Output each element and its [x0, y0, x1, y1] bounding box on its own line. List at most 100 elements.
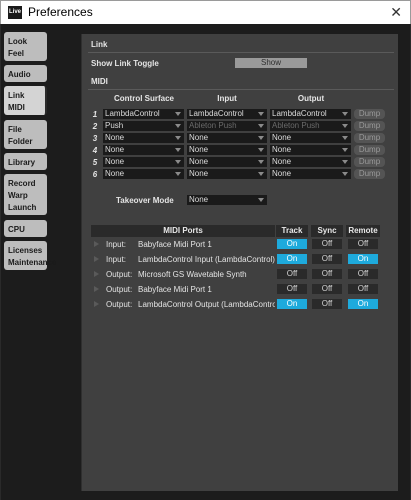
close-button[interactable]: ✕ [390, 3, 402, 21]
dump-button[interactable]: Dump [354, 109, 385, 119]
port-direction: Input: [106, 240, 127, 249]
takeover-mode-select[interactable]: None [187, 195, 267, 205]
port-name: Microsoft GS Wavetable Synth [138, 270, 247, 279]
tab-library[interactable]: Library [4, 153, 47, 170]
track-toggle[interactable]: On [277, 299, 307, 309]
port-name: LambdaControl Input (LambdaControl) [138, 255, 275, 264]
expand-triangle-icon[interactable] [94, 256, 99, 262]
track-toggle[interactable]: Off [277, 284, 307, 294]
output-select[interactable]: None [270, 133, 351, 143]
input-select[interactable]: None [187, 169, 267, 179]
tab-record-warp-launch[interactable]: Record Warp Launch [4, 174, 47, 215]
chevron-down-icon [342, 112, 348, 116]
chevron-down-icon [258, 136, 264, 140]
control-surface-select[interactable]: None [103, 157, 184, 167]
control-surface-select[interactable]: None [103, 133, 184, 143]
dump-button[interactable]: Dump [354, 145, 385, 155]
window-title: Preferences [28, 5, 93, 19]
dump-button[interactable]: Dump [354, 121, 385, 131]
port-direction: Input: [106, 255, 127, 264]
tab-label: Maintenance [8, 258, 57, 267]
tab-label: Folder [8, 137, 33, 146]
control-surface-select[interactable]: Push [103, 121, 184, 131]
tab-audio[interactable]: Audio [4, 65, 47, 82]
sync-toggle[interactable]: Off [312, 254, 342, 264]
midi-ports-header: MIDI Ports [91, 225, 275, 237]
output-select[interactable]: None [270, 145, 351, 155]
port-direction: Output: [106, 300, 133, 309]
select-value: None [272, 169, 292, 178]
input-select[interactable]: None [187, 157, 267, 167]
track-toggle[interactable]: On [277, 254, 307, 264]
output-column-header: Output [297, 94, 325, 103]
control-surface-select[interactable]: None [103, 145, 184, 155]
dump-button[interactable]: Dump [354, 169, 385, 179]
tab-licenses-maintenance[interactable]: Licenses Maintenance [4, 241, 57, 270]
dump-button[interactable]: Dump [354, 133, 385, 143]
remote-toggle[interactable]: Off [348, 284, 378, 294]
expand-triangle-icon[interactable] [94, 286, 99, 292]
chevron-down-icon [258, 198, 264, 202]
output-select[interactable]: None [270, 157, 351, 167]
select-value: None [189, 145, 209, 154]
chevron-down-icon [258, 148, 264, 152]
tab-label: File [8, 125, 22, 134]
control-surface-select[interactable]: LambdaControl [103, 109, 184, 119]
tab-label: Launch [8, 203, 37, 212]
tab-label: Library [8, 158, 36, 167]
select-value: Ableton Push [189, 121, 237, 130]
row-number: 1 [92, 110, 98, 119]
select-value: Push [105, 121, 124, 130]
remote-toggle[interactable]: Off [348, 239, 378, 249]
select-value: None [189, 169, 209, 178]
tab-label: MIDI [8, 103, 25, 112]
tab-label: Record [8, 179, 36, 188]
tab-link-midi[interactable]: Link MIDI [4, 86, 47, 115]
row-number: 5 [92, 158, 98, 167]
remote-toggle[interactable]: On [348, 254, 378, 264]
select-value: LambdaControl [272, 109, 327, 118]
row-number: 3 [92, 134, 98, 143]
chevron-down-icon [258, 160, 264, 164]
tab-label: Feel [8, 49, 25, 58]
sync-toggle[interactable]: Off [312, 299, 342, 309]
output-select[interactable]: LambdaControl [270, 109, 351, 119]
select-value: None [105, 169, 125, 178]
expand-triangle-icon[interactable] [94, 271, 99, 277]
expand-triangle-icon[interactable] [94, 241, 99, 247]
tab-label: Licenses [8, 246, 43, 255]
dump-button[interactable]: Dump [354, 157, 385, 167]
input-select[interactable]: Ableton Push [187, 121, 267, 131]
expand-triangle-icon[interactable] [94, 301, 99, 307]
chevron-down-icon [175, 160, 181, 164]
sync-toggle[interactable]: Off [312, 284, 342, 294]
input-select[interactable]: None [187, 133, 267, 143]
select-value: LambdaControl [105, 109, 160, 118]
tab-label: Warp [8, 191, 28, 200]
select-value: None [272, 157, 292, 166]
port-direction: Output: [106, 270, 133, 279]
control-surface-select[interactable]: None [103, 169, 184, 179]
tab-cpu[interactable]: CPU [4, 220, 47, 237]
sync-toggle[interactable]: Off [312, 239, 342, 249]
remote-toggle[interactable]: On [348, 299, 378, 309]
chevron-down-icon [342, 136, 348, 140]
track-toggle[interactable]: Off [277, 269, 307, 279]
divider [88, 52, 394, 53]
remote-toggle[interactable]: Off [348, 269, 378, 279]
link-heading: Link [91, 40, 108, 49]
track-toggle[interactable]: On [277, 239, 307, 249]
row-number: 6 [92, 170, 98, 179]
input-select[interactable]: LambdaControl [187, 109, 267, 119]
chevron-down-icon [175, 124, 181, 128]
output-select[interactable]: Ableton Push [270, 121, 351, 131]
tab-label: Link [8, 91, 25, 100]
chevron-down-icon [175, 112, 181, 116]
tab-file-folder[interactable]: File Folder [4, 120, 47, 149]
output-select[interactable]: None [270, 169, 351, 179]
show-link-toggle-button[interactable]: Show [235, 58, 307, 68]
input-select[interactable]: None [187, 145, 267, 155]
track-column-header: Track [276, 225, 308, 237]
sync-toggle[interactable]: Off [312, 269, 342, 279]
tab-look-feel[interactable]: Look Feel [4, 32, 47, 61]
